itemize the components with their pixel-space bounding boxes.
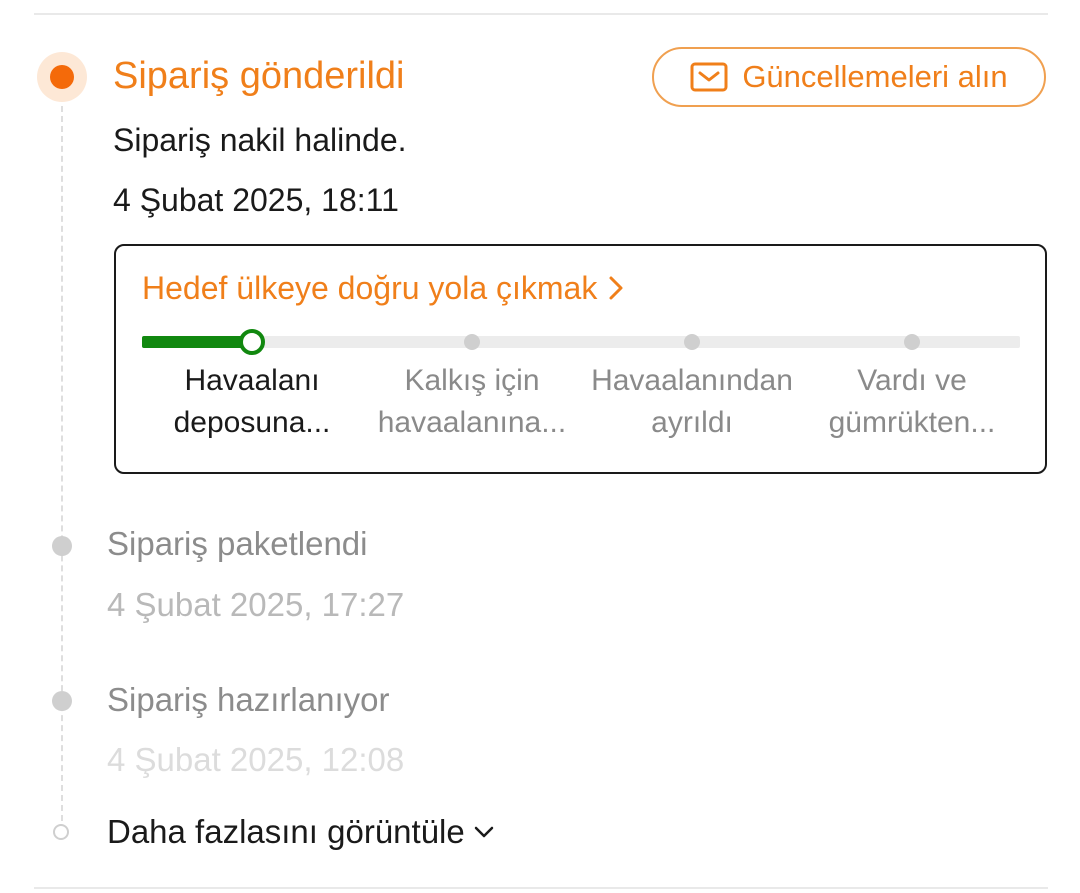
history-dot [52, 691, 72, 711]
progress-node-current [239, 329, 265, 355]
history-title: Sipariş paketlendi [107, 525, 368, 562]
progress-node [464, 334, 480, 350]
active-status-dot [50, 65, 74, 89]
history-date: 4 Şubat 2025, 17:27 [107, 586, 405, 623]
destination-link-label: Hedef ülkeye doğru yola çıkmak [142, 270, 598, 306]
progress-node [904, 334, 920, 350]
get-updates-label: Güncellemeleri alın [742, 59, 1008, 94]
history-dot [52, 536, 72, 556]
bottom-divider [34, 887, 1048, 889]
progress-step-label: Havaalanından ayrıldı [591, 364, 793, 439]
timeline-rail [61, 96, 63, 821]
progress-step-label: Kalkış için havaalanına... [377, 364, 567, 439]
progress-step-label: Vardı ve gümrükten... [828, 364, 996, 439]
progress-step-label: Havaalanı deposuna... [173, 364, 331, 439]
progress-steps: Havaalanı deposuna... Kalkış için havaala… [142, 360, 1020, 460]
show-more-label: Daha fazlasını görüntüle [107, 813, 465, 850]
history-title: Sipariş hazırlanıyor [107, 681, 390, 718]
show-more-button[interactable]: Daha fazlasını görüntüle [107, 812, 495, 852]
destination-link[interactable]: Hedef ülkeye doğru yola çıkmak [142, 268, 625, 308]
history-date: 4 Şubat 2025, 12:08 [107, 741, 405, 778]
status-description: Sipariş nakil halinde. [113, 122, 407, 158]
shipping-progress-card: Hedef ülkeye doğru yola çıkmak Havaalanı… [114, 244, 1047, 474]
progress-fill [142, 336, 252, 348]
get-updates-button[interactable]: Güncellemeleri alın [652, 47, 1046, 107]
progress-track [142, 329, 1020, 355]
chevron-right-icon [609, 276, 623, 300]
status-date: 4 Şubat 2025, 18:11 [113, 182, 399, 218]
top-divider [34, 13, 1048, 15]
progress-node [684, 334, 700, 350]
status-title: Sipariş gönderildi [113, 55, 405, 97]
mail-icon [690, 62, 728, 92]
chevron-down-icon [474, 826, 493, 838]
show-more-dot [53, 824, 69, 840]
